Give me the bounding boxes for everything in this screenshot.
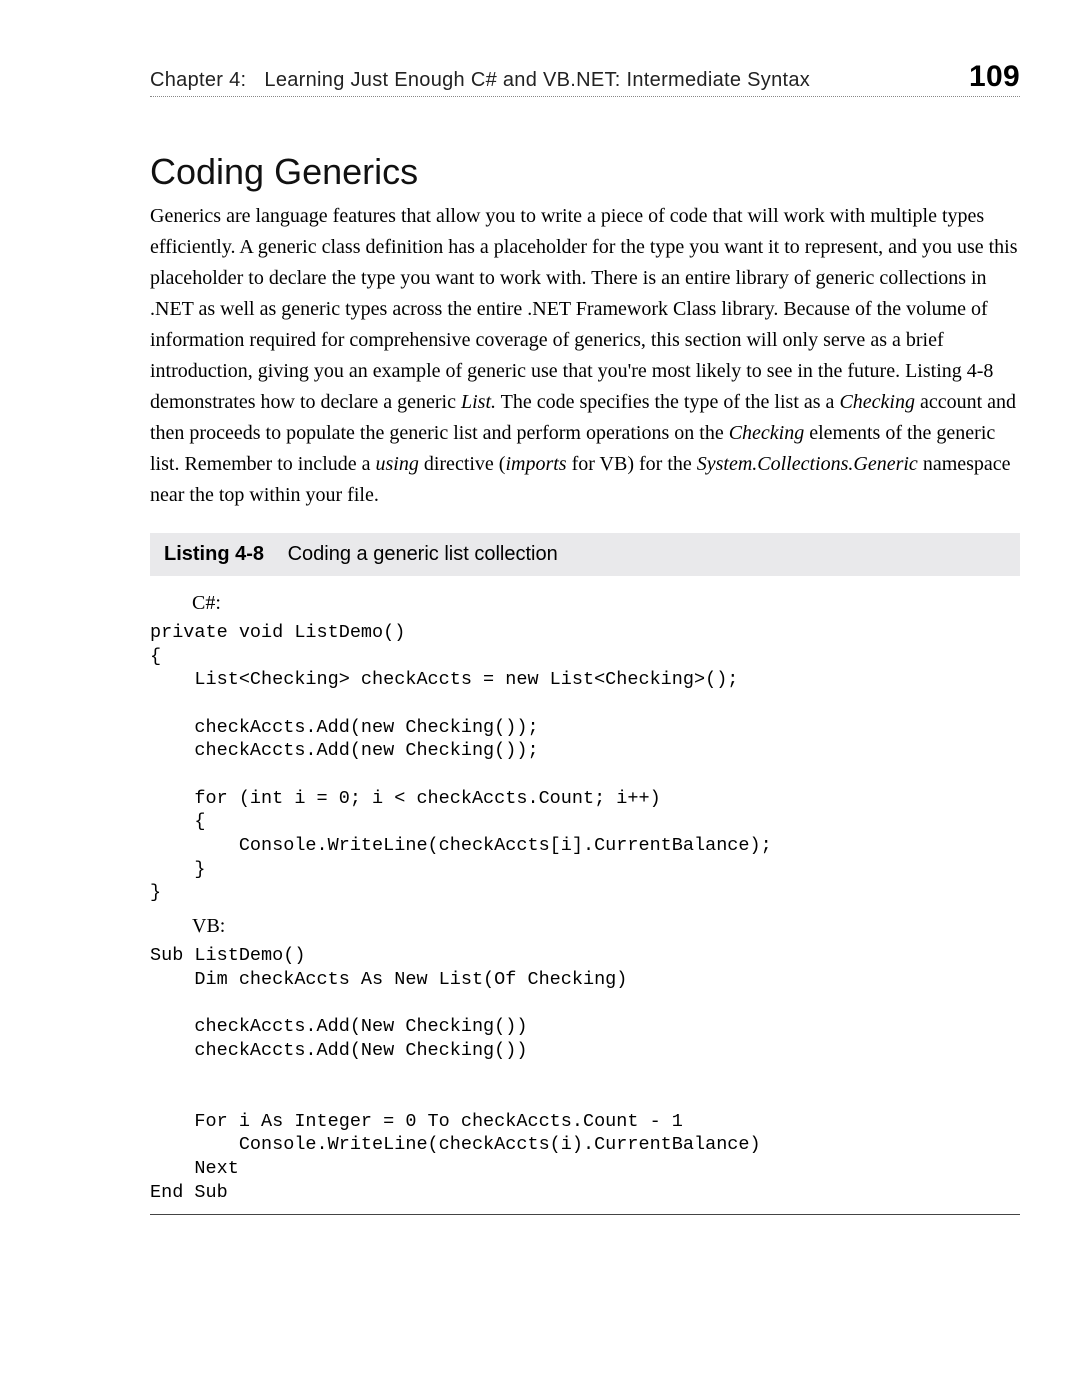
csharp-label: C#:	[192, 592, 1020, 615]
csharp-code-block: private void ListDemo() { List<Checking>…	[150, 621, 1020, 905]
chapter-label: Chapter 4:	[150, 69, 246, 92]
page: Chapter 4: Learning Just Enough C# and V…	[0, 0, 1080, 1380]
listing-label: Listing 4-8	[164, 543, 264, 565]
chapter-title: Learning Just Enough C# and VB.NET: Inte…	[264, 69, 951, 92]
section-heading: Coding Generics	[150, 151, 1020, 193]
bottom-rule	[150, 1214, 1020, 1215]
listing-bar: Listing 4-8 Coding a generic list collec…	[150, 533, 1020, 576]
running-header: Chapter 4: Learning Just Enough C# and V…	[150, 60, 1020, 97]
body-paragraph: Generics are language features that allo…	[150, 201, 1020, 511]
vb-code-block: Sub ListDemo() Dim checkAccts As New Lis…	[150, 944, 1020, 1204]
page-number: 109	[969, 60, 1020, 94]
vb-label: VB:	[192, 915, 1020, 938]
listing-caption: Coding a generic list collection	[288, 543, 558, 565]
